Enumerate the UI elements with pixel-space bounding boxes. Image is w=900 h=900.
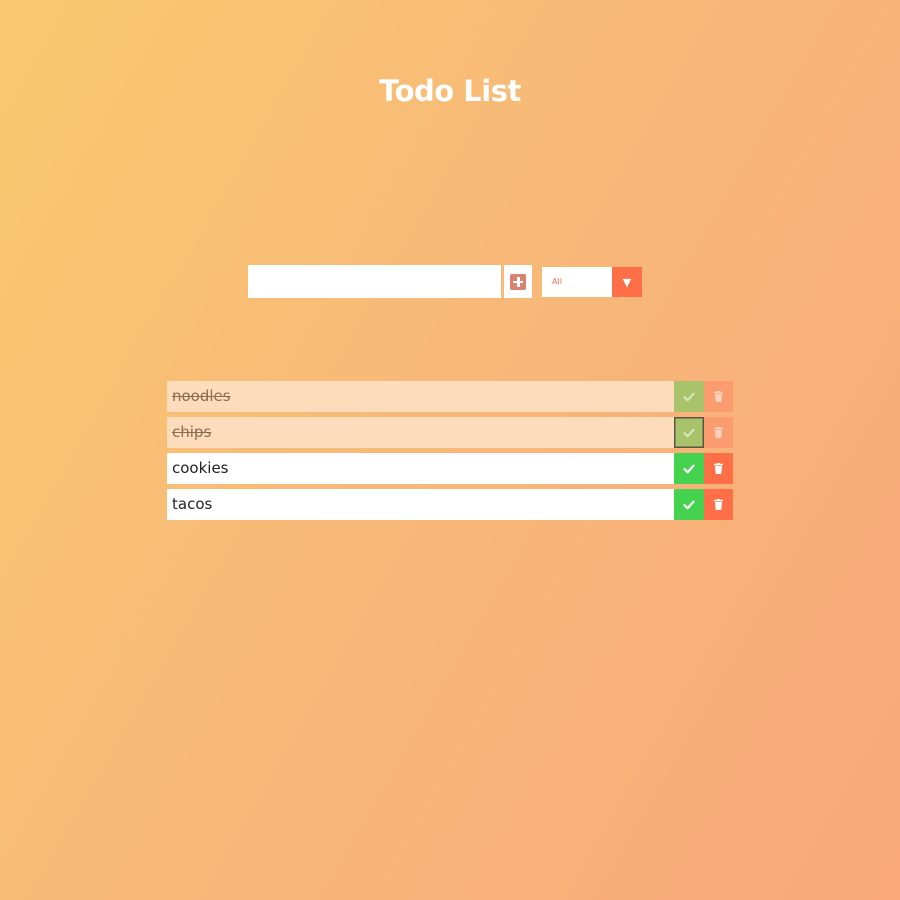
plus-square-icon — [510, 273, 526, 290]
todo-item: noodles — [167, 381, 733, 412]
todo-text: noodles — [172, 387, 231, 405]
check-icon — [683, 464, 695, 473]
todo-text: tacos — [172, 495, 213, 513]
todo-text: cookies — [172, 459, 229, 477]
delete-button[interactable] — [704, 417, 733, 448]
filter-selected-value: All — [542, 267, 612, 297]
todo-item: chips — [167, 417, 733, 448]
complete-button[interactable] — [674, 417, 704, 448]
todo-list: noodles chips cookies tacos — [167, 381, 733, 525]
add-todo-form — [248, 265, 532, 298]
check-icon — [683, 500, 695, 509]
check-icon — [683, 392, 695, 401]
caret-down-icon: ▼ — [612, 267, 642, 297]
trash-icon — [714, 499, 723, 510]
check-icon — [683, 428, 695, 437]
delete-button[interactable] — [704, 489, 733, 520]
delete-button[interactable] — [704, 453, 733, 484]
filter-select[interactable]: All ▼ — [542, 267, 642, 297]
complete-button[interactable] — [674, 489, 704, 520]
trash-icon — [714, 427, 723, 438]
todo-input[interactable] — [248, 265, 501, 298]
delete-button[interactable] — [704, 381, 733, 412]
trash-icon — [714, 391, 723, 402]
page-title: Todo List — [379, 74, 521, 108]
todo-item: tacos — [167, 489, 733, 520]
todo-item: cookies — [167, 453, 733, 484]
complete-button[interactable] — [674, 381, 704, 412]
complete-button[interactable] — [674, 453, 704, 484]
trash-icon — [714, 463, 723, 474]
todo-text: chips — [172, 423, 212, 441]
add-todo-button[interactable] — [504, 265, 532, 298]
